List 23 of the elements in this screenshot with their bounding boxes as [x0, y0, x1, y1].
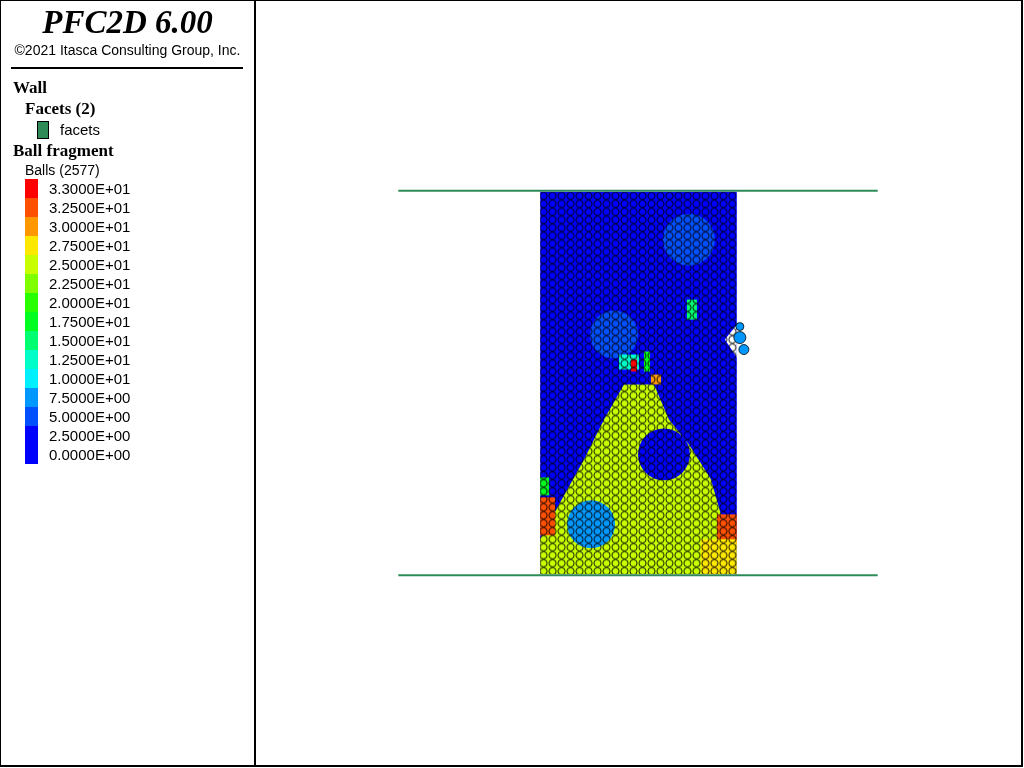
scale-value: 2.5000E+01: [49, 255, 131, 274]
legend-label: facets: [60, 121, 101, 138]
scale-value: 7.5000E+00: [49, 388, 131, 407]
scale-value: 2.5000E+00: [49, 426, 131, 445]
legend-subheading: Balls (2577): [25, 161, 100, 179]
legend-title: PFC2D 6.00: [41, 3, 214, 41]
scale-value: 3.3000E+01: [49, 179, 131, 198]
copyright-text: ©2021 Itasca Consulting Group, Inc.: [13, 41, 242, 59]
scale-value: 1.7500E+01: [49, 312, 131, 331]
legend-heading: Wall: [13, 77, 47, 98]
legend-subheading: Facets (2): [25, 98, 96, 119]
scale-value: 3.0000E+01: [49, 217, 131, 236]
scale-value: 5.0000E+00: [49, 407, 131, 426]
scale-value: 1.2500E+01: [49, 350, 131, 369]
scale-value: 2.0000E+01: [49, 293, 131, 312]
scale-value: 2.7500E+01: [49, 236, 131, 255]
legend-heading: Ball fragment: [13, 140, 114, 161]
ball-cluster-drawing: [733, 322, 750, 355]
scale-value: 2.2500E+01: [49, 274, 131, 293]
scale-value: 1.5000E+01: [49, 331, 131, 350]
scale-value: 3.2500E+01: [49, 198, 131, 217]
scale-value: 0.0000E+00: [49, 445, 131, 464]
scale-value: 1.0000E+01: [49, 369, 131, 388]
